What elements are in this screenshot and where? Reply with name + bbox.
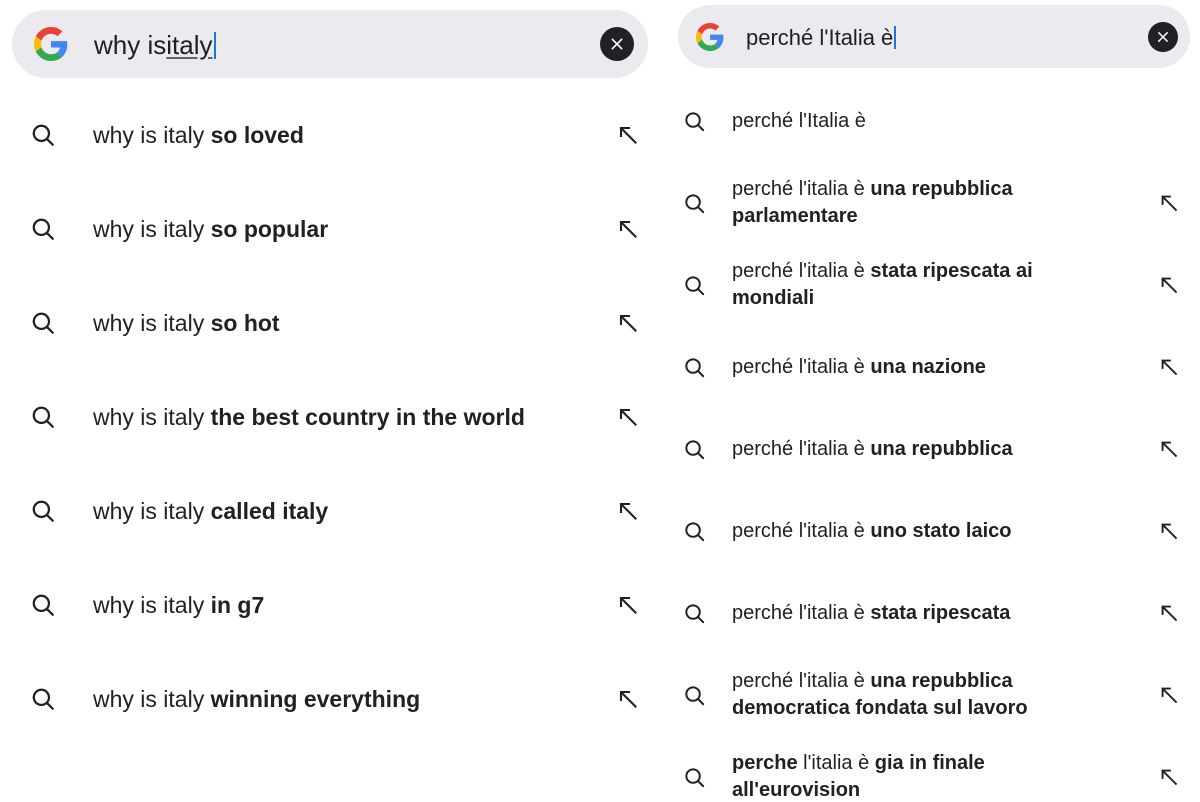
search-icon: [685, 685, 705, 705]
text-caret: [894, 26, 897, 49]
search-icon: [685, 111, 705, 131]
search-icon: [32, 500, 54, 522]
suggestion-item[interactable]: why is italy so loved: [0, 88, 665, 182]
suggestion-text: why is italy called italy: [93, 497, 329, 524]
search-bar-italian[interactable]: perché l'Italia è: [678, 5, 1190, 68]
suggestion-text: why is italy so popular: [93, 215, 329, 242]
suggestion-text: perché l'italia è uno stato laico: [732, 519, 1012, 542]
search-bar-english[interactable]: why is italy: [12, 10, 648, 78]
insert-suggestion-arrow-icon[interactable]: [1158, 766, 1180, 788]
search-icon: [685, 767, 705, 787]
suggestion-list-english: why is italy so loved why is italy so po…: [0, 88, 665, 746]
suggestion-item[interactable]: perché l'italia è una nazione: [665, 326, 1200, 408]
close-circle-icon: [611, 38, 623, 50]
insert-suggestion-arrow-icon[interactable]: [616, 405, 640, 429]
suggestion-item[interactable]: perché l'italia è una repubblica parlame…: [665, 162, 1200, 244]
suggestion-text: perché l'italia è una nazione: [732, 355, 986, 378]
suggestion-item[interactable]: perché l'italia è uno stato laico: [665, 490, 1200, 572]
suggestion-item[interactable]: perché l'italia è stata ripescata ai mon…: [665, 244, 1200, 326]
search-icon: [32, 312, 54, 334]
suggestion-item[interactable]: why is italy in g7: [0, 558, 665, 652]
search-query-plain: perché l'Italia è: [746, 25, 894, 50]
suggestion-panel-italian: perché l'Italia è perché l'Italia è perc…: [665, 0, 1200, 802]
clear-search-button[interactable]: [600, 27, 634, 61]
suggestion-text: why is italy in g7: [93, 591, 265, 618]
search-query-plain: why is: [94, 30, 167, 60]
suggestion-item[interactable]: why is italy called italy: [0, 464, 665, 558]
search-icon: [32, 594, 54, 616]
insert-suggestion-arrow-icon[interactable]: [616, 687, 640, 711]
insert-suggestion-arrow-icon[interactable]: [616, 217, 640, 241]
suggestion-item[interactable]: perché l'italia è una repubblica: [665, 408, 1200, 490]
suggestion-text: why is italy so loved: [93, 121, 304, 148]
clear-search-button[interactable]: [1148, 21, 1178, 52]
insert-suggestion-arrow-icon[interactable]: [616, 593, 640, 617]
suggestion-item[interactable]: why is italy so popular: [0, 182, 665, 276]
suggestion-item[interactable]: why is italy winning everything: [0, 652, 665, 746]
insert-suggestion-arrow-icon[interactable]: [1158, 520, 1180, 542]
suggestion-text: why is italy winning everything: [93, 685, 421, 712]
suggestion-text: why is italy the best country in the wor…: [93, 403, 525, 430]
insert-suggestion-arrow-icon[interactable]: [1158, 356, 1180, 378]
search-icon: [32, 218, 54, 240]
google-g-logo-icon: [34, 27, 68, 61]
insert-suggestion-arrow-icon[interactable]: [616, 499, 640, 523]
close-circle-icon: [1158, 31, 1168, 42]
search-query-text: why is italy: [94, 27, 600, 61]
insert-suggestion-arrow-icon[interactable]: [616, 311, 640, 335]
suggestion-text: perché l'italia è una repubblica parlame…: [732, 178, 1013, 227]
insert-suggestion-arrow-icon[interactable]: [1158, 274, 1180, 296]
suggestion-text: perché l'italia è una repubblica: [732, 437, 1013, 460]
search-icon: [32, 124, 54, 146]
insert-suggestion-arrow-icon[interactable]: [616, 123, 640, 147]
insert-suggestion-arrow-icon[interactable]: [1158, 602, 1180, 624]
suggestion-list-italian: perché l'Italia è perché l'italia è una …: [665, 80, 1200, 802]
search-icon: [685, 603, 705, 623]
insert-suggestion-arrow-icon[interactable]: [1158, 684, 1180, 706]
suggestion-text: perche l'italia è gia in finale all'euro…: [732, 752, 985, 801]
search-icon: [685, 357, 705, 377]
suggestion-item[interactable]: perché l'Italia è: [665, 80, 1200, 162]
search-query-spellchecked: italy: [166, 30, 213, 60]
suggestion-item[interactable]: perché l'italia è una repubblica democra…: [665, 654, 1200, 736]
suggestion-text: perché l'italia è stata ripescata ai mon…: [732, 260, 1033, 309]
suggestion-text: perché l'Italia è: [732, 109, 866, 132]
insert-suggestion-arrow-icon[interactable]: [1158, 438, 1180, 460]
suggestion-text: perché l'italia è una repubblica democra…: [732, 670, 1028, 719]
suggestion-text: perché l'italia è stata ripescata: [732, 601, 1011, 624]
search-icon: [685, 275, 705, 295]
suggestion-panel-english: why is italy why is italy so loved why i…: [0, 0, 665, 802]
search-icon: [32, 688, 54, 710]
search-icon: [685, 439, 705, 459]
text-caret: [213, 32, 216, 59]
suggestion-item[interactable]: perché l'italia è stata ripescata: [665, 572, 1200, 654]
suggestion-text: why is italy so hot: [93, 309, 280, 336]
suggestion-item[interactable]: perche l'italia è gia in finale all'euro…: [665, 736, 1200, 802]
search-icon: [32, 406, 54, 428]
suggestion-item[interactable]: why is italy so hot: [0, 276, 665, 370]
google-g-logo-icon: [696, 22, 724, 51]
search-icon: [685, 521, 705, 541]
insert-suggestion-arrow-icon[interactable]: [1158, 192, 1180, 214]
search-query-text: perché l'Italia è: [746, 22, 1148, 51]
suggestion-item[interactable]: why is italy the best country in the wor…: [0, 370, 665, 464]
search-icon: [685, 193, 705, 213]
